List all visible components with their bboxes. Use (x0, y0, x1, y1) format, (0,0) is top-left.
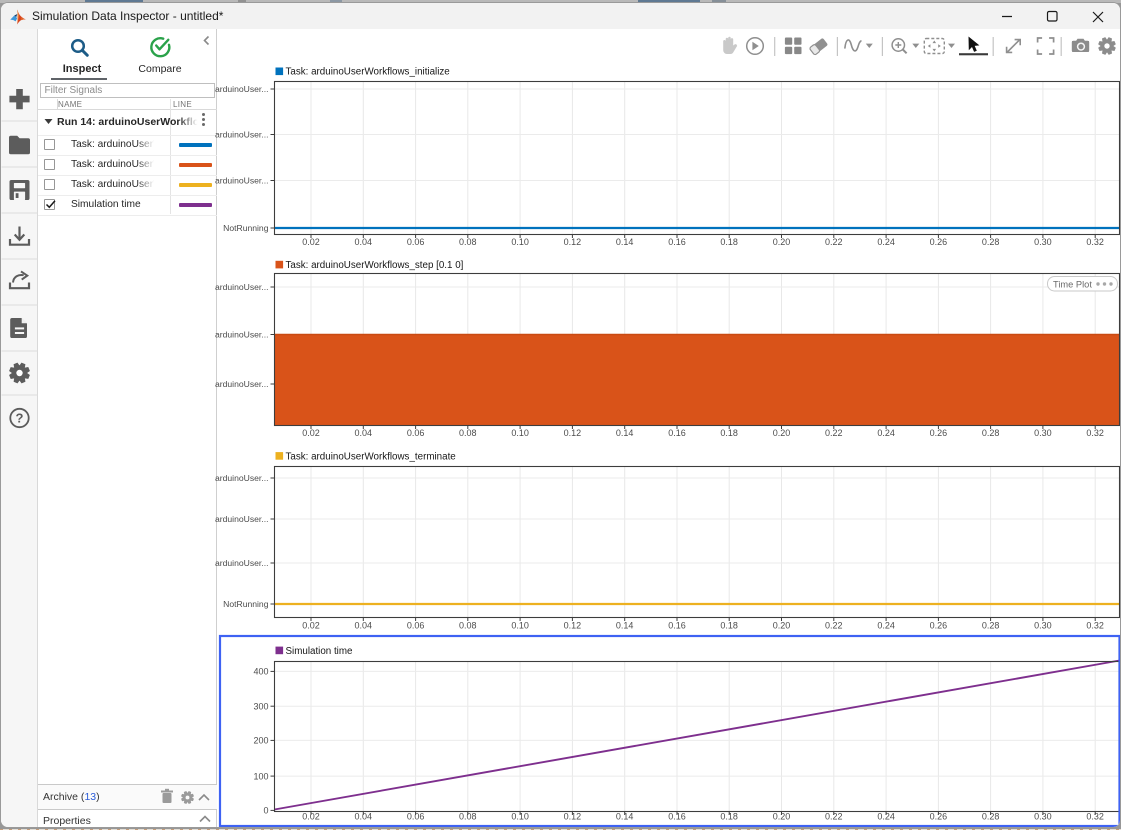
svg-text:0.18: 0.18 (720, 621, 738, 631)
svg-text:0.20: 0.20 (773, 237, 791, 247)
svg-text:Time Plot: Time Plot (1053, 280, 1092, 290)
svg-text:0.22: 0.22 (825, 812, 843, 822)
svg-text:0.26: 0.26 (930, 428, 948, 438)
svg-text:arduinoUser...: arduinoUser... (215, 330, 269, 340)
svg-text:0.32: 0.32 (1086, 621, 1104, 631)
svg-text:0.04: 0.04 (355, 237, 373, 247)
svg-text:0.14: 0.14 (616, 237, 634, 247)
svg-text:0.02: 0.02 (302, 237, 320, 247)
svg-text:0.08: 0.08 (459, 428, 477, 438)
svg-text:0.10: 0.10 (511, 812, 529, 822)
svg-text:0.16: 0.16 (668, 237, 686, 247)
svg-text:0.20: 0.20 (773, 812, 791, 822)
svg-text:0.26: 0.26 (930, 812, 948, 822)
svg-text:0.26: 0.26 (930, 621, 948, 631)
svg-text:0.06: 0.06 (407, 237, 425, 247)
svg-text:400: 400 (253, 667, 268, 677)
svg-text:0.10: 0.10 (511, 237, 529, 247)
svg-text:0.32: 0.32 (1086, 812, 1104, 822)
svg-text:0.16: 0.16 (668, 428, 686, 438)
svg-text:200: 200 (253, 736, 268, 746)
svg-text:0.28: 0.28 (982, 621, 1000, 631)
svg-text:arduinoUser...: arduinoUser... (215, 514, 269, 524)
svg-text:arduinoUser...: arduinoUser... (215, 473, 269, 483)
svg-text:0.02: 0.02 (302, 428, 320, 438)
svg-text:0.12: 0.12 (564, 237, 582, 247)
svg-text:0.06: 0.06 (407, 428, 425, 438)
svg-text:arduinoUser...: arduinoUser... (215, 130, 269, 140)
svg-text:?: ? (16, 411, 24, 426)
svg-text:0.04: 0.04 (355, 621, 373, 631)
svg-text:0.26: 0.26 (930, 237, 948, 247)
svg-text:arduinoUser...: arduinoUser... (215, 282, 269, 292)
svg-text:0.14: 0.14 (616, 812, 634, 822)
svg-text:0.18: 0.18 (720, 237, 738, 247)
svg-text:Task: arduinoUserWorkflows_ste: Task: arduinoUserWorkflows_step [0.1 0] (286, 260, 464, 271)
svg-text:0.02: 0.02 (302, 812, 320, 822)
svg-text:0.24: 0.24 (877, 621, 895, 631)
svg-text:0.08: 0.08 (459, 237, 477, 247)
svg-text:0.20: 0.20 (773, 621, 791, 631)
svg-text:300: 300 (253, 701, 268, 711)
svg-text:0.24: 0.24 (877, 812, 895, 822)
svg-text:0.02: 0.02 (302, 621, 320, 631)
svg-text:0.28: 0.28 (982, 812, 1000, 822)
svg-text:0.30: 0.30 (1034, 621, 1052, 631)
svg-text:0.12: 0.12 (564, 812, 582, 822)
svg-text:0.32: 0.32 (1086, 428, 1104, 438)
svg-text:0.12: 0.12 (564, 428, 582, 438)
svg-text:0.04: 0.04 (355, 428, 373, 438)
svg-text:0.22: 0.22 (825, 237, 843, 247)
svg-text:0.30: 0.30 (1034, 237, 1052, 247)
svg-text:100: 100 (253, 771, 268, 781)
svg-text:0.30: 0.30 (1034, 428, 1052, 438)
svg-text:0.24: 0.24 (877, 428, 895, 438)
svg-text:arduinoUser...: arduinoUser... (215, 379, 269, 389)
svg-text:0.08: 0.08 (459, 621, 477, 631)
svg-text:0.04: 0.04 (355, 812, 373, 822)
svg-text:0.20: 0.20 (773, 428, 791, 438)
svg-text:0.16: 0.16 (668, 621, 686, 631)
svg-text:NotRunning: NotRunning (223, 223, 269, 233)
svg-text:0.28: 0.28 (982, 237, 1000, 247)
svg-text:arduinoUser...: arduinoUser... (215, 176, 269, 186)
svg-text:Task: arduinoUserWorkflows_ter: Task: arduinoUserWorkflows_terminate (286, 451, 457, 462)
svg-text:0.30: 0.30 (1034, 812, 1052, 822)
svg-text:0.18: 0.18 (720, 428, 738, 438)
svg-text:0.16: 0.16 (668, 812, 686, 822)
svg-text:0.14: 0.14 (616, 428, 634, 438)
svg-text:0.10: 0.10 (511, 428, 529, 438)
svg-text:0.10: 0.10 (511, 621, 529, 631)
svg-text:0.22: 0.22 (825, 428, 843, 438)
svg-text:Task: arduinoUserWorkflows_ini: Task: arduinoUserWorkflows_initialize (286, 67, 451, 78)
svg-text:0.32: 0.32 (1086, 237, 1104, 247)
svg-text:0.14: 0.14 (616, 621, 634, 631)
svg-text:0.08: 0.08 (459, 812, 477, 822)
svg-text:0.22: 0.22 (825, 621, 843, 631)
svg-text:0.18: 0.18 (720, 812, 738, 822)
svg-text:NotRunning: NotRunning (223, 599, 269, 609)
svg-text:0.06: 0.06 (407, 621, 425, 631)
svg-text:0: 0 (263, 806, 268, 816)
svg-text:0.24: 0.24 (877, 237, 895, 247)
svg-text:0.06: 0.06 (407, 812, 425, 822)
svg-text:0.12: 0.12 (564, 621, 582, 631)
svg-text:0.28: 0.28 (982, 428, 1000, 438)
svg-text:Simulation time: Simulation time (286, 646, 354, 657)
svg-text:arduinoUser...: arduinoUser... (215, 84, 269, 94)
svg-text:arduinoUser...: arduinoUser... (215, 558, 269, 568)
